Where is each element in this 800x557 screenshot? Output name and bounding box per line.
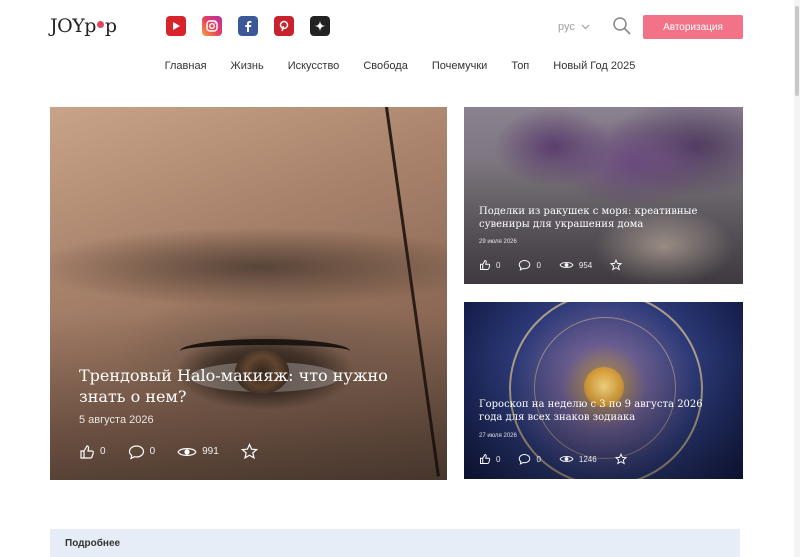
nav-item-new-year[interactable]: Новый Год 2025 bbox=[541, 58, 647, 74]
article-card[interactable]: Поделки из ракушек с моря: креативные су… bbox=[464, 107, 743, 284]
comment-stat[interactable]: 0 bbox=[128, 444, 156, 460]
login-button[interactable]: Авторизация bbox=[643, 15, 743, 39]
search-icon[interactable] bbox=[612, 16, 632, 36]
article-stats: 0 0 954 bbox=[479, 259, 640, 271]
comment-count: 0 bbox=[536, 454, 541, 464]
comment-icon bbox=[519, 454, 531, 465]
star-icon bbox=[240, 443, 258, 460]
views-stat: 954 bbox=[559, 260, 592, 270]
comment-count: 0 bbox=[149, 446, 156, 457]
views-count: 991 bbox=[202, 446, 219, 457]
image-overlay bbox=[464, 107, 743, 284]
views-count: 954 bbox=[578, 260, 593, 270]
bookmark-stat[interactable] bbox=[240, 443, 258, 460]
comment-icon bbox=[128, 444, 144, 460]
views-stat: 1246 bbox=[559, 454, 597, 464]
like-stat[interactable]: 0 bbox=[479, 453, 500, 465]
article-date: 29 июля 2026 bbox=[479, 239, 517, 245]
article-card[interactable]: Гороскоп на неделю с 3 по 9 августа 2026… bbox=[464, 302, 743, 479]
article-stats: 0 0 1246 bbox=[479, 453, 645, 465]
bookmark-stat[interactable] bbox=[610, 259, 623, 271]
eye-icon bbox=[559, 456, 574, 462]
featured-title[interactable]: Трендовый Halo-макияж: что нужно знать о… bbox=[79, 365, 429, 407]
pinterest-icon[interactable] bbox=[274, 16, 294, 36]
article-date: 27 июля 2026 bbox=[479, 433, 517, 439]
nav-item-freedom[interactable]: Свобода bbox=[351, 58, 420, 74]
logo-heart-icon bbox=[96, 21, 104, 28]
comment-stat[interactable]: 0 bbox=[518, 259, 541, 271]
main-nav: Главная Жизнь Искусство Свобода Почемучк… bbox=[0, 58, 800, 74]
youtube-icon[interactable] bbox=[166, 16, 186, 36]
featured-date: 5 августа 2026 bbox=[79, 414, 154, 426]
more-section-header[interactable]: Подробнее bbox=[50, 529, 740, 557]
site-logo[interactable]: JOYp p bbox=[50, 13, 117, 39]
chevron-down-icon bbox=[581, 24, 590, 30]
bookmark-stat[interactable] bbox=[614, 453, 627, 465]
article-title[interactable]: Гороскоп на неделю с 3 по 9 августа 2026… bbox=[479, 398, 729, 424]
comment-icon bbox=[519, 260, 531, 271]
like-count: 0 bbox=[496, 260, 501, 270]
featured-stats: 0 0 991 bbox=[79, 443, 280, 460]
nav-item-whys[interactable]: Почемучки bbox=[420, 58, 500, 74]
star-icon bbox=[610, 259, 623, 271]
language-selector[interactable]: рус bbox=[558, 21, 590, 33]
thumbs-up-icon bbox=[80, 444, 94, 459]
dzen-icon[interactable] bbox=[310, 16, 330, 36]
nav-item-home[interactable]: Главная bbox=[153, 58, 219, 74]
thumbs-up-icon bbox=[480, 260, 491, 270]
featured-article-card[interactable]: Трендовый Halo-макияж: что нужно знать о… bbox=[50, 107, 447, 480]
nav-item-life[interactable]: Жизнь bbox=[219, 58, 276, 74]
nav-item-top[interactable]: Топ bbox=[499, 58, 541, 74]
like-stat[interactable]: 0 bbox=[79, 444, 106, 460]
article-title[interactable]: Поделки из ракушек с моря: креативные су… bbox=[479, 205, 729, 231]
comment-stat[interactable]: 0 bbox=[518, 453, 541, 465]
logo-text: JOYp p bbox=[50, 15, 117, 37]
language-label: рус bbox=[558, 21, 575, 33]
more-label: Подробнее bbox=[65, 537, 121, 549]
like-stat[interactable]: 0 bbox=[479, 259, 500, 271]
views-stat: 991 bbox=[177, 445, 219, 459]
star-icon bbox=[614, 453, 627, 465]
eye-icon bbox=[177, 447, 197, 456]
like-count: 0 bbox=[100, 446, 106, 457]
eye-icon bbox=[559, 262, 574, 268]
instagram-icon[interactable] bbox=[202, 16, 222, 36]
thumbs-up-icon bbox=[480, 454, 491, 464]
nav-item-art[interactable]: Искусство bbox=[276, 58, 352, 74]
page-scrollbar[interactable] bbox=[794, 0, 800, 557]
like-count: 0 bbox=[496, 454, 501, 464]
social-links bbox=[166, 16, 330, 36]
comment-count: 0 bbox=[536, 260, 541, 270]
scrollbar-thumb[interactable] bbox=[795, 6, 799, 96]
facebook-icon[interactable] bbox=[238, 16, 258, 36]
views-count: 1246 bbox=[578, 454, 597, 464]
